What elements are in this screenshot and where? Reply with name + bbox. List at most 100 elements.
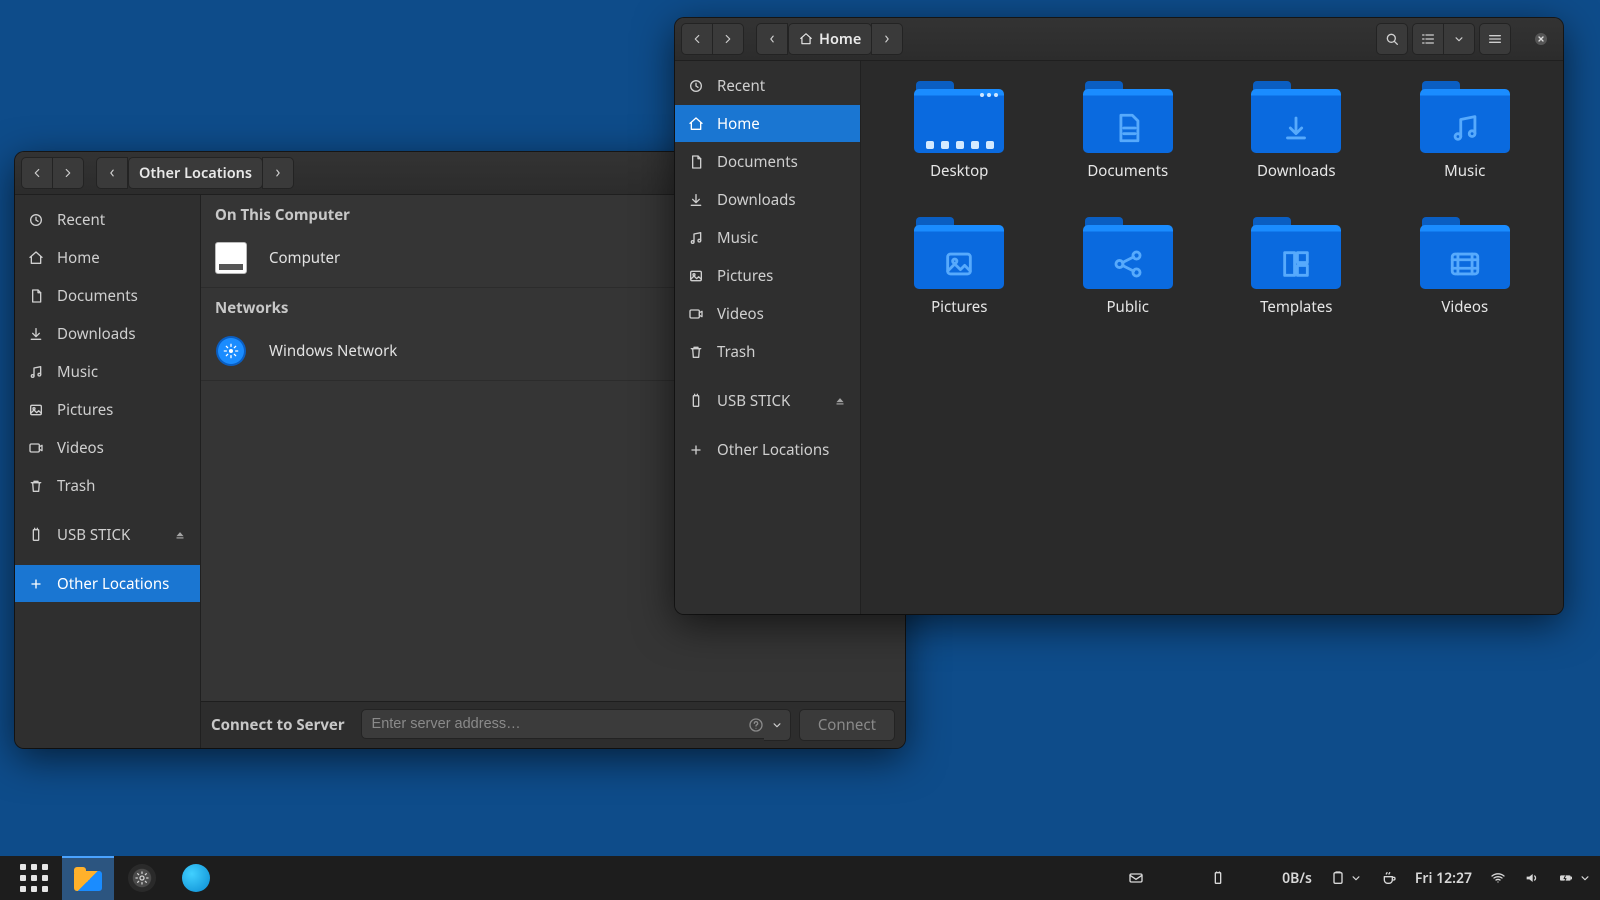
sidebar-item-label: Music [717,228,847,248]
back-button[interactable] [21,157,53,189]
list-view-icon [1420,31,1436,47]
server-address-wrap [361,709,791,741]
sidebar-item-other-locations[interactable]: Other Locations [15,565,200,602]
tray-mail-icon[interactable] [1128,870,1144,886]
sidebar-item-label: Trash [717,342,847,362]
folder-videos[interactable]: Videos [1393,217,1538,349]
sidebar-item-videos[interactable]: Videos [15,429,200,466]
forward-button[interactable] [52,157,84,189]
places-sidebar: Recent Home DocumentsDownloadsMusicPicture… [15,195,201,748]
tray-wifi-icon[interactable] [1490,870,1506,886]
sidebar-item-recent[interactable]: Recent [675,67,860,104]
panel-clock[interactable]: Fri 12:27 [1415,869,1472,888]
path-segment-home[interactable]: Home [788,23,872,55]
sidebar-item-usb-stick[interactable]: USB STICK [15,516,200,553]
plus-icon [28,576,44,592]
close-icon [1533,31,1549,47]
hamburger-icon [1487,31,1503,47]
path-prev-button[interactable] [96,157,128,189]
sidebar-item-label: Videos [717,304,847,324]
sidebar-item-label: Other Locations [717,440,847,460]
net-speed-indicator[interactable]: 0B/s [1282,869,1312,888]
sidebar-item-label: Home [717,114,847,134]
home-icon [28,250,44,266]
eject-icon[interactable] [833,394,847,408]
files-window-home: Home Recent Home Documents Downloads Music Pi… [675,18,1563,614]
sidebar-item-videos[interactable]: Videos [675,295,860,332]
tray-battery-icon[interactable] [1558,870,1592,886]
folder-templates[interactable]: Templates [1224,217,1369,349]
tray-volume-icon[interactable] [1524,870,1540,886]
taskbar-browser[interactable] [170,856,222,900]
forward-button[interactable] [712,23,744,55]
sidebar-item-trash[interactable]: Trash [675,333,860,370]
tray-usb-icon[interactable] [1210,870,1226,886]
sidebar-item-usb-stick[interactable]: USB STICK [675,382,860,419]
eject-icon[interactable] [173,528,187,542]
close-window-button[interactable] [1525,23,1557,55]
sidebar-item-downloads[interactable]: Downloads [675,181,860,218]
sidebar-separator [675,371,860,381]
folder-pictures[interactable]: Pictures [887,217,1032,349]
chevron-down-icon [1452,32,1466,46]
file-manager-icon [74,867,102,891]
sidebar-item-documents[interactable]: Documents [675,143,860,180]
view-toggle-button[interactable] [1412,23,1444,55]
path-next-button[interactable] [871,23,903,55]
path-next-button[interactable] [262,157,294,189]
sidebar-item-label: Home [57,248,187,268]
sidebar-item-recent[interactable]: Recent [15,201,200,238]
recent-icon [28,212,44,228]
sidebar-item-downloads[interactable]: Downloads [15,315,200,352]
sidebar-item-label: Pictures [717,266,847,286]
path-prev-button[interactable] [756,23,788,55]
folder-icon [1083,81,1173,153]
sidebar-item-trash[interactable]: Trash [15,467,200,504]
sidebar-item-home[interactable]: Home [675,105,860,142]
sidebar-separator [15,554,200,564]
sidebar-item-home[interactable]: Home [15,239,200,276]
taskbar-settings[interactable] [116,856,168,900]
home-icon [688,116,704,132]
folder-music[interactable]: Music [1393,81,1538,213]
sidebar-item-label: Trash [57,476,187,496]
sidebar-item-music[interactable]: Music [15,353,200,390]
gear-icon [128,864,156,892]
sidebar-item-pictures[interactable]: Pictures [15,391,200,428]
back-button[interactable] [681,23,713,55]
sidebar-item-other-locations[interactable]: Other Locations [675,431,860,468]
view-options-dropdown[interactable] [1443,23,1475,55]
applications-button[interactable] [8,856,60,900]
tray-caffeine-icon[interactable] [1381,870,1397,886]
plus-icon [688,442,704,458]
folder-public[interactable]: Public [1056,217,1201,349]
taskbar-files[interactable] [62,856,114,900]
search-icon [1384,31,1400,47]
folder-desktop[interactable]: Desktop [887,81,1032,213]
music-icon [28,364,44,380]
sidebar-item-pictures[interactable]: Pictures [675,257,860,294]
search-button[interactable] [1376,23,1408,55]
folder-label: Templates [1260,297,1332,317]
folder-downloads[interactable]: Downloads [1224,81,1369,213]
folder-icon [1420,217,1510,289]
sidebar-item-label: Downloads [717,190,847,210]
documents-icon [688,154,704,170]
view-controls-group [1412,23,1475,55]
folder-icon-view[interactable]: Desktop Documents Downloads Music Pictures Pu… [861,61,1563,614]
sidebar-item-documents[interactable]: Documents [15,277,200,314]
tray-clipboard-icon[interactable] [1330,870,1363,886]
folder-label: Downloads [1257,161,1336,181]
trash-icon [688,344,704,360]
folder-documents[interactable]: Documents [1056,81,1201,213]
server-history-dropdown[interactable] [764,709,791,741]
folder-label: Public [1106,297,1149,317]
pictures-icon [28,402,44,418]
window-body: Recent Home Documents Downloads Music Picture… [675,61,1563,614]
sidebar-item-music[interactable]: Music [675,219,860,256]
path-segment-other-locations[interactable]: Other Locations [128,157,263,189]
connect-button[interactable]: Connect [799,709,895,741]
hamburger-menu-button[interactable] [1479,23,1511,55]
folder-label: Desktop [930,161,988,181]
server-address-input[interactable] [361,709,776,739]
